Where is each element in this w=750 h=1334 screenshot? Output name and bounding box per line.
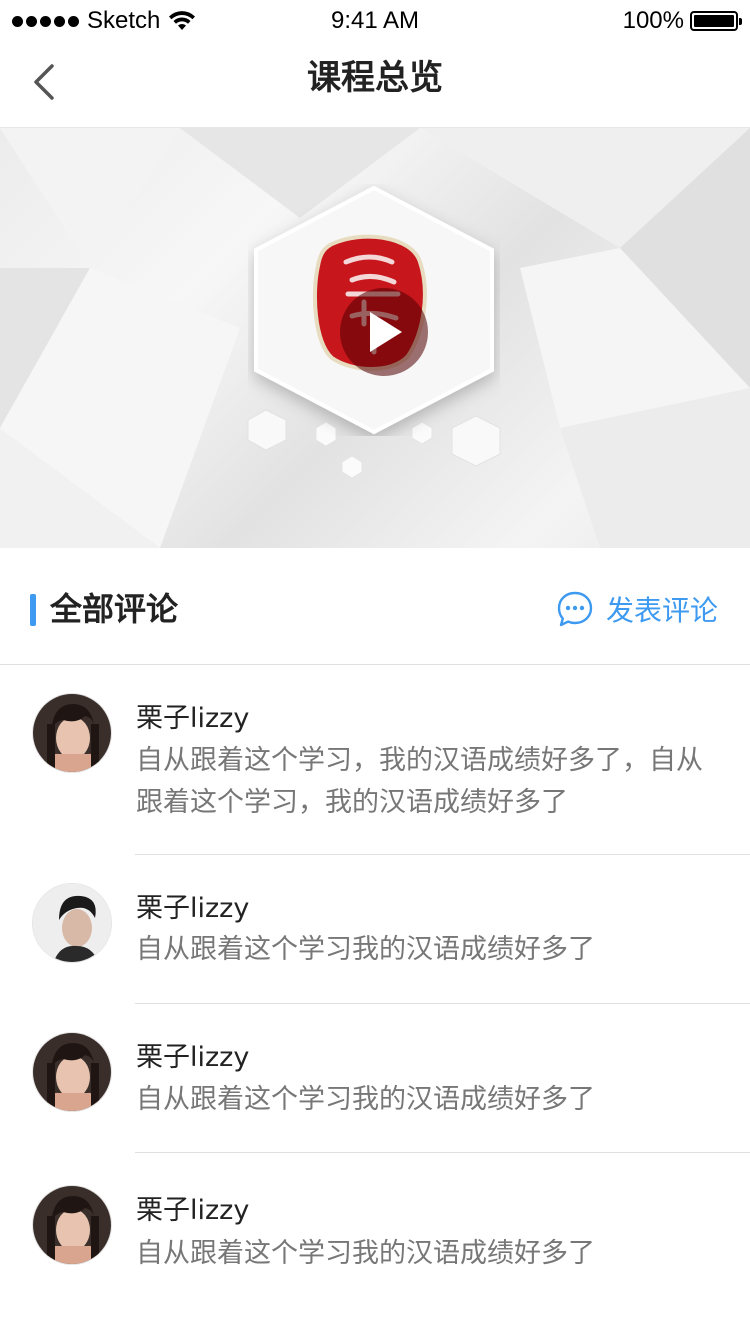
female-avatar-icon: [33, 1033, 111, 1111]
comment-author: 栗子lizzy: [136, 703, 250, 734]
play-icon: [370, 312, 402, 352]
status-bar: Sketch 9:41 AM 100%: [0, 0, 750, 40]
play-button[interactable]: [340, 288, 428, 376]
course-video-banner[interactable]: [0, 128, 750, 548]
avatar[interactable]: [32, 1185, 112, 1265]
battery-icon: [690, 11, 742, 31]
avatar[interactable]: [32, 883, 112, 963]
post-comment-button[interactable]: 发表评论: [556, 584, 718, 634]
section-title: 全部评论: [50, 590, 179, 628]
battery-percent: 100%: [622, 7, 684, 34]
comments-section-header: 全部评论 发表评论: [0, 548, 750, 665]
comment-text: 自从跟着这个学习我的汉语成绩好多了: [136, 1238, 595, 1269]
comment-text: 自从跟着这个学习，我的汉语成绩好多了，自从跟着这个学习，我的汉语成绩好多了: [136, 745, 703, 818]
comment-text: 自从跟着这个学习我的汉语成绩好多了: [136, 934, 595, 965]
comment-text: 自从跟着这个学习我的汉语成绩好多了: [136, 1084, 595, 1115]
comment-author: 栗子lizzy: [136, 1195, 250, 1226]
comment-item: 栗子lizzy 自从跟着这个学习我的汉语成绩好多了: [0, 855, 750, 1004]
comment-item: 栗子lizzy 自从跟着这个学习我的汉语成绩好多了: [0, 1004, 750, 1153]
page-title: 课程总览: [307, 58, 443, 98]
comment-item: 栗子lizzy 自从跟着这个学习我的汉语成绩好多了: [0, 1153, 750, 1334]
nav-bar: 课程总览: [0, 40, 750, 128]
female-avatar-icon: [33, 694, 111, 772]
female-avatar-icon: [33, 1186, 111, 1264]
chat-bubble-icon: [557, 591, 593, 627]
post-comment-label: 发表评论: [605, 594, 718, 627]
avatar[interactable]: [32, 1032, 112, 1112]
comment-item: 栗子lizzy 自从跟着这个学习，我的汉语成绩好多了，自从跟着这个学习，我的汉语…: [0, 665, 750, 855]
male-avatar-icon: [33, 884, 111, 962]
comment-author: 栗子lizzy: [136, 1042, 250, 1073]
comment-author: 栗子lizzy: [136, 893, 250, 924]
avatar[interactable]: [32, 693, 112, 773]
section-accent-bar: [30, 594, 36, 626]
status-right: 100%: [622, 6, 742, 36]
